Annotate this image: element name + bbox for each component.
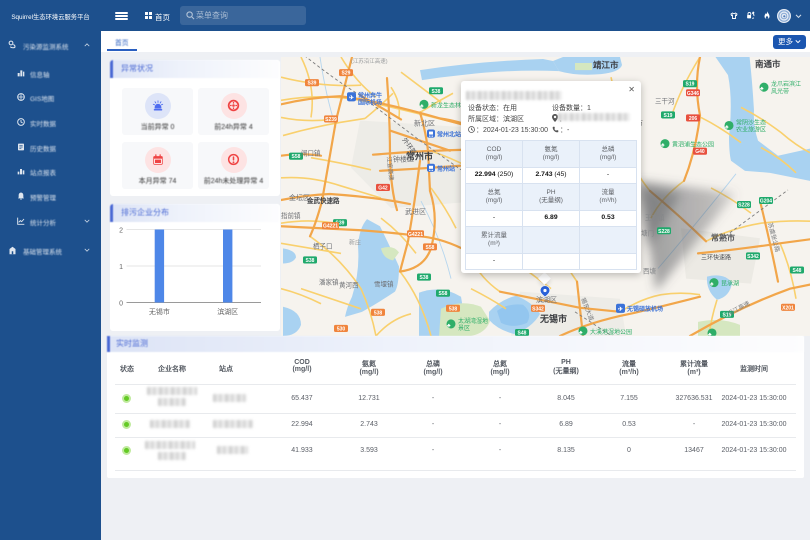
svg-text:G4221: G4221 (323, 224, 338, 230)
svg-text:♣: ♣ (710, 282, 714, 288)
svg-text:S38: S38 (432, 89, 441, 95)
svg-text:指前镇: 指前镇 (281, 211, 301, 220)
svg-text:三环快速路: 三环快速路 (701, 253, 731, 261)
svg-text:钟楼区: 钟楼区 (393, 155, 414, 164)
svg-text:206: 206 (689, 116, 698, 122)
svg-text:农业旅游区: 农业旅游区 (736, 126, 766, 134)
svg-text:G204: G204 (760, 199, 772, 205)
svg-text:S29: S29 (342, 71, 351, 77)
svg-text:无锡市: 无锡市 (539, 313, 567, 324)
svg-text:龙爪岩滨江: 龙爪岩滨江 (771, 80, 801, 88)
svg-text:G42: G42 (378, 185, 388, 191)
svg-text:538: 538 (374, 310, 383, 316)
svg-text:S228: S228 (738, 203, 750, 209)
svg-text:王庄镇: 王庄镇 (645, 213, 665, 222)
svg-text:风光带: 风光带 (771, 87, 789, 95)
svg-text:三干河: 三干河 (655, 97, 675, 105)
svg-text:栖子口: 栖子口 (313, 241, 332, 250)
svg-text:常州奔牛: 常州奔牛 (358, 91, 382, 99)
svg-text:无锡硕放机场: 无锡硕放机场 (626, 305, 663, 313)
svg-text:金武快速路: 金武快速路 (306, 196, 340, 205)
svg-text:S39: S39 (308, 81, 317, 87)
svg-text:西塘: 西塘 (643, 267, 656, 276)
svg-text:黄河西: 黄河西 (339, 281, 359, 290)
svg-text:♣: ♣ (725, 124, 729, 130)
svg-text:南通市: 南通市 (755, 59, 781, 69)
svg-text:常州北站: 常州北站 (437, 131, 461, 139)
svg-text:538: 538 (449, 306, 458, 312)
svg-text:靖江市: 靖江市 (593, 60, 619, 70)
svg-text:S342: S342 (532, 306, 544, 312)
svg-text:♣: ♣ (420, 103, 424, 109)
svg-text:✈: ✈ (349, 94, 354, 101)
svg-text:潘家镇: 潘家镇 (319, 278, 339, 287)
svg-text:S342: S342 (747, 254, 759, 260)
svg-text:武进区: 武进区 (405, 207, 426, 216)
svg-text:太湖湾湿地: 太湖湾湿地 (458, 317, 488, 325)
svg-text:常州站: 常州站 (437, 165, 455, 173)
svg-text:S19: S19 (664, 113, 673, 119)
svg-text:S19: S19 (686, 82, 695, 88)
svg-text:G40: G40 (695, 149, 705, 155)
svg-text:G346: G346 (687, 91, 699, 97)
svg-text:(江苏沿江高速): (江苏沿江高速) (351, 57, 388, 65)
svg-text:S228: S228 (658, 229, 670, 235)
svg-text:♣: ♣ (661, 143, 665, 149)
svg-text:常阴沙生态: 常阴沙生态 (736, 118, 766, 126)
svg-text:滨湖区: 滨湖区 (217, 307, 238, 316)
svg-text:闸口镇: 闸口镇 (301, 149, 321, 158)
svg-text:新北区: 新北区 (414, 118, 435, 127)
svg-text:常熟市: 常熟市 (711, 232, 735, 242)
svg-text:塘门: 塘门 (641, 228, 654, 237)
svg-text:G4221: G4221 (408, 232, 423, 238)
svg-text:S58: S58 (292, 154, 301, 160)
svg-text:S239: S239 (325, 117, 337, 123)
svg-text:昆承湖: 昆承湖 (721, 280, 739, 288)
svg-text:530: 530 (337, 326, 346, 332)
svg-text:S58: S58 (426, 245, 435, 251)
svg-text:新龙生态林: 新龙生态林 (431, 101, 461, 109)
svg-text:1: 1 (119, 264, 123, 271)
svg-text:黄泗浦生态公园: 黄泗浦生态公园 (672, 141, 714, 149)
svg-text:♣: ♣ (760, 86, 764, 92)
svg-text:S48: S48 (793, 268, 802, 274)
svg-text:X201: X201 (782, 305, 794, 311)
svg-text:S38: S38 (306, 258, 315, 264)
svg-text:沿江高速: 沿江高速 (726, 299, 751, 317)
svg-text:国际机场: 国际机场 (358, 98, 382, 106)
svg-text:大溪港湿地公园: 大溪港湿地公园 (590, 328, 632, 336)
svg-text:雪堰镇: 雪堰镇 (374, 280, 394, 289)
svg-text:✈: ✈ (618, 306, 623, 313)
svg-text:新庄: 新庄 (349, 238, 361, 246)
svg-text:♣: ♣ (447, 323, 451, 329)
svg-text:2: 2 (119, 228, 123, 235)
svg-text:景区: 景区 (458, 325, 470, 332)
svg-text:S38: S38 (420, 275, 429, 281)
svg-text:0: 0 (119, 301, 123, 308)
svg-text:S58: S58 (439, 291, 448, 297)
svg-text:无锡市: 无锡市 (149, 307, 170, 316)
